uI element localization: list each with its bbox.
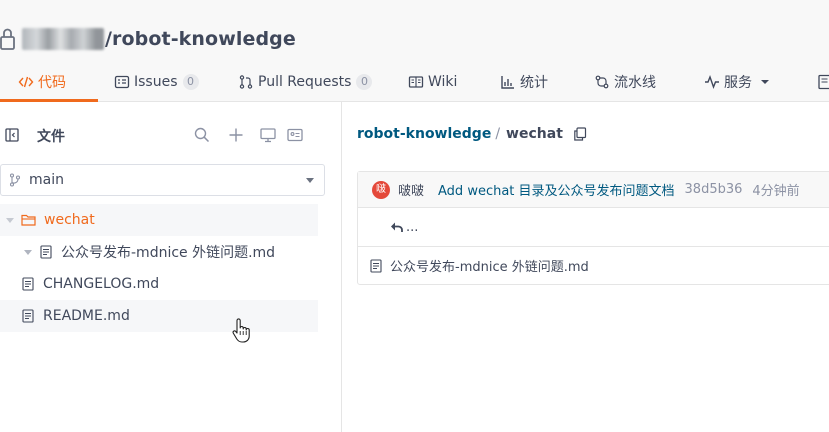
- hand-cursor-icon: [232, 318, 250, 343]
- file-tree-panel: 文件 main wechat 公众号发布-mdnice 外链问题.md CHAN…: [0, 102, 342, 432]
- repo-header: /robot-knowledge 代码 Issues 0 Pull Reques…: [0, 0, 829, 102]
- tab-issues[interactable]: Issues 0: [114, 62, 199, 102]
- search-icon[interactable]: [193, 126, 211, 144]
- parent-directory-label: ...: [406, 219, 419, 235]
- file-icon: [22, 309, 34, 323]
- panel-toggle-icon[interactable]: [5, 128, 19, 142]
- repo-title: /robot-knowledge: [0, 24, 296, 54]
- tab-code-label: 代码: [38, 75, 66, 91]
- tree-item-file[interactable]: 公众号发布-mdnice 外链问题.md: [0, 236, 318, 268]
- tree-item-label: wechat: [44, 212, 95, 228]
- tab-pipeline[interactable]: 流水线: [594, 62, 656, 102]
- tab-service-label: 服务: [724, 75, 752, 91]
- branch-name: main: [29, 172, 64, 188]
- file-icon: [370, 258, 382, 273]
- breadcrumb-repo-link[interactable]: robot-knowledge: [357, 126, 491, 142]
- desktop-icon[interactable]: [259, 126, 277, 144]
- breadcrumb: robot-knowledge / wechat: [357, 126, 587, 142]
- file-name-link: 公众号发布-mdnice 外链问题.md: [390, 260, 589, 275]
- commit-sha[interactable]: 38d5b36: [685, 182, 743, 197]
- avatar[interactable]: 啵: [372, 180, 390, 199]
- expand-triangle-icon[interactable]: [24, 249, 32, 255]
- tree-item-changelog[interactable]: CHANGELOG.md: [0, 268, 318, 300]
- list-item[interactable]: 公众号发布-mdnice 外链问题.md: [358, 247, 829, 284]
- branch-icon: [9, 173, 21, 187]
- add-file-icon[interactable]: [227, 126, 245, 144]
- files-title: 文件: [37, 129, 65, 145]
- tree-item-label: README.md: [43, 308, 130, 324]
- repo-owner-blurred[interactable]: [22, 28, 104, 50]
- file-icon: [22, 277, 34, 291]
- repo-name-link[interactable]: /robot-knowledge: [105, 28, 296, 50]
- repo-tabs: 代码 Issues 0 Pull Requests 0 Wiki 统计 流水线 …: [0, 62, 829, 102]
- more-tab-icon[interactable]: [818, 74, 829, 90]
- breadcrumb-current: wechat: [506, 126, 563, 142]
- folder-open-icon: [21, 214, 36, 226]
- latest-commit: 啵 啵啵 Add wechat 目录及公众号发布问题文档 38d5b36 4分钟…: [358, 172, 829, 208]
- chevron-down-icon: [761, 80, 769, 84]
- content-panel: robot-knowledge / wechat 啵 啵啵 Add wechat…: [343, 102, 829, 432]
- lock-icon: [0, 28, 15, 50]
- commit-message-link[interactable]: Add wechat 目录及公众号发布问题文档: [438, 180, 675, 199]
- back-arrow-icon: [391, 222, 403, 232]
- branch-caret-icon: [306, 178, 314, 183]
- tab-pull-requests-label: Pull Requests: [258, 74, 352, 90]
- tab-wiki[interactable]: Wiki: [408, 62, 457, 102]
- branch-selector[interactable]: main: [0, 164, 325, 196]
- tab-code[interactable]: 代码: [0, 62, 98, 102]
- code-icon: [18, 76, 34, 88]
- commit-author[interactable]: 啵啵: [398, 180, 424, 199]
- tab-pull-requests[interactable]: Pull Requests 0: [238, 62, 373, 102]
- wiki-icon: [408, 76, 424, 88]
- commit-file-list: 啵 啵啵 Add wechat 目录及公众号发布问题文档 38d5b36 4分钟…: [357, 171, 829, 285]
- issues-count-badge: 0: [182, 74, 199, 90]
- pull-request-icon: [239, 75, 253, 89]
- tab-stats[interactable]: 统计: [500, 62, 548, 102]
- tree-item-label: 公众号发布-mdnice 外链问题.md: [61, 245, 276, 261]
- breadcrumb-separator: /: [495, 126, 501, 142]
- expand-triangle-icon[interactable]: [6, 217, 14, 223]
- tab-pipeline-label: 流水线: [614, 75, 656, 91]
- issues-icon: [114, 75, 130, 89]
- tab-wiki-label: Wiki: [428, 74, 458, 90]
- tab-issues-label: Issues: [134, 74, 178, 90]
- pull-requests-count-badge: 0: [356, 74, 373, 90]
- parent-directory-row[interactable]: ...: [358, 208, 829, 247]
- tree-item-label: CHANGELOG.md: [43, 276, 160, 292]
- tab-service[interactable]: 服务: [704, 62, 772, 102]
- file-icon: [40, 245, 52, 259]
- copy-path-icon[interactable]: [573, 127, 587, 141]
- commit-time: 4分钟前: [752, 184, 800, 199]
- tree-item-wechat[interactable]: wechat: [0, 204, 318, 236]
- pipeline-icon: [595, 75, 609, 89]
- tab-stats-label: 统计: [520, 75, 548, 91]
- id-card-icon[interactable]: [286, 126, 304, 144]
- tree-item-readme[interactable]: README.md: [0, 300, 318, 332]
- service-icon: [705, 75, 719, 89]
- stats-icon: [501, 76, 514, 89]
